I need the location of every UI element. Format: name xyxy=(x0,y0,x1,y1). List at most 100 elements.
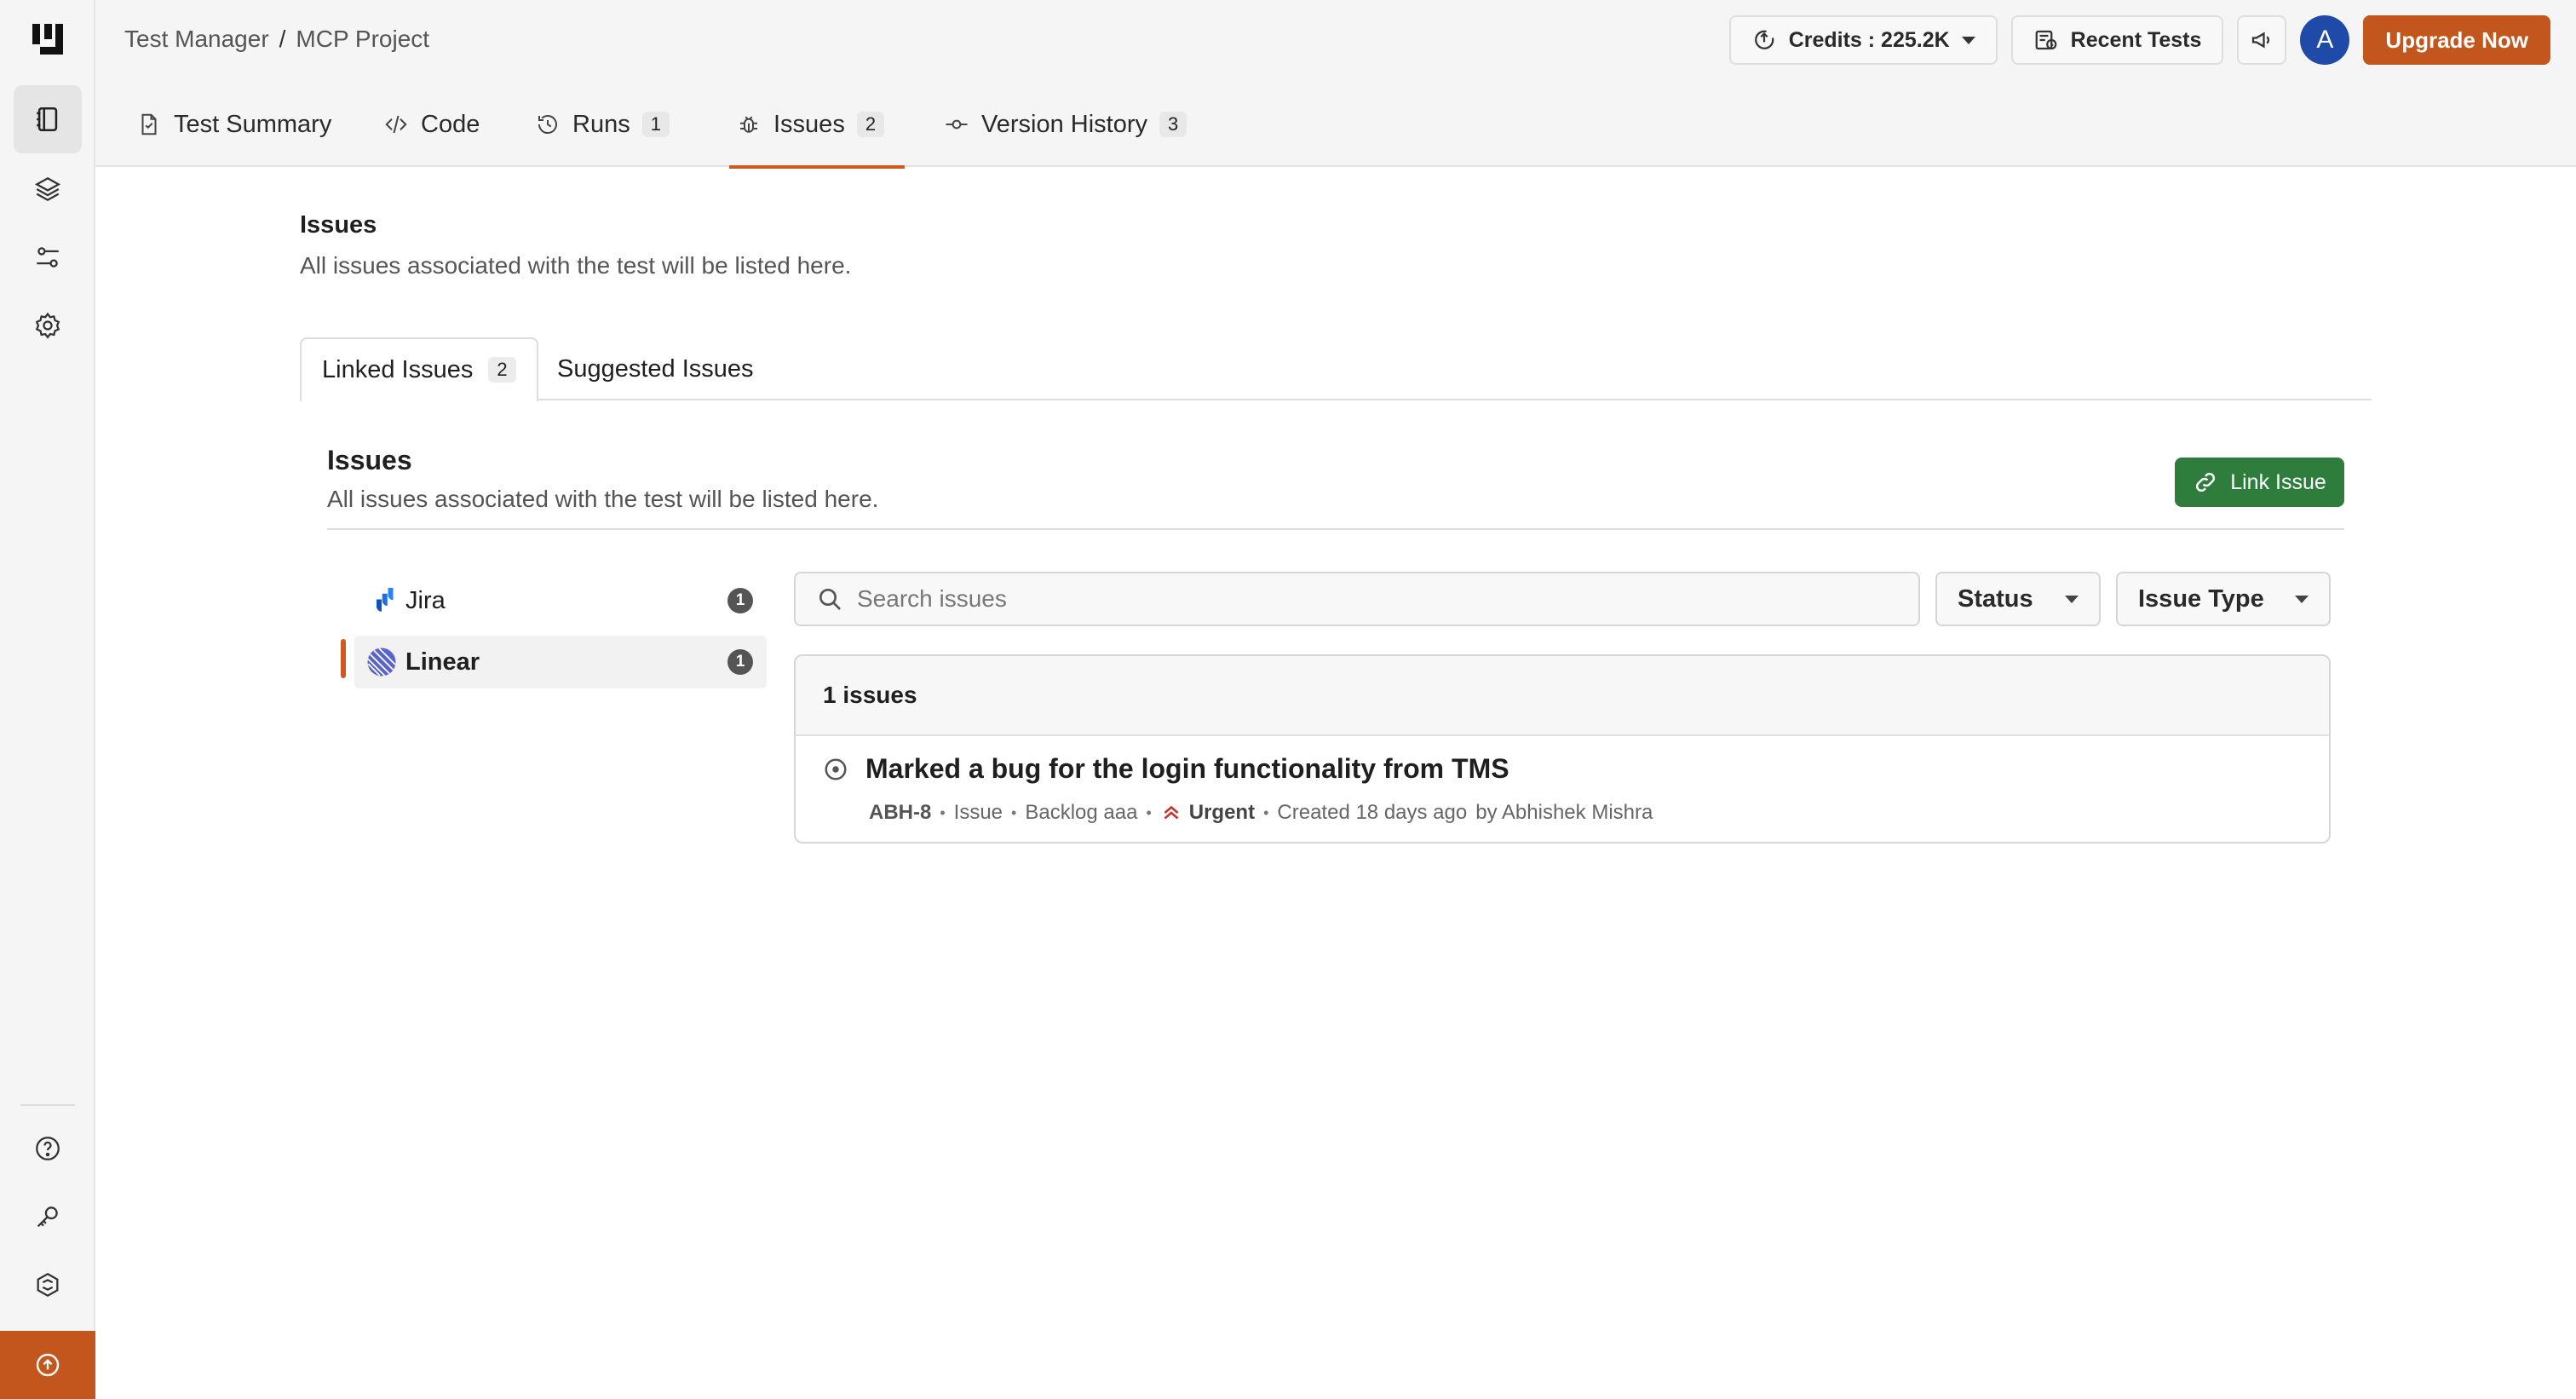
urgent-priority-icon xyxy=(1164,805,1179,820)
integration-jira[interactable]: Jira 1 xyxy=(354,574,767,627)
issue-type: Issue xyxy=(953,801,1003,824)
integration-count-badge: 1 xyxy=(727,649,753,675)
panel-description: All issues associated with the test will… xyxy=(327,486,879,512)
gear-icon xyxy=(35,312,60,339)
tab-label: Code xyxy=(421,110,480,138)
meta-separator: • xyxy=(1263,803,1269,821)
test-tabs: Test Summary Code Runs 1 Issues 2 Versio… xyxy=(95,82,2576,169)
sidebar-item-tests[interactable] xyxy=(14,85,82,153)
issue-subtabs: Linked Issues 2 Suggested Issues xyxy=(300,337,2372,402)
subtab-label: Linked Issues xyxy=(322,355,474,383)
announcements-button[interactable] xyxy=(2237,15,2287,65)
active-tab-indicator xyxy=(729,165,906,169)
tab-version-history[interactable]: Version History 3 xyxy=(944,82,1187,167)
panel-divider xyxy=(327,528,2344,530)
issues-list: 1 issues Marked a bug for the login func… xyxy=(794,654,2331,843)
search-icon xyxy=(819,589,841,610)
status-filter-dropdown[interactable]: Status xyxy=(1935,572,2101,626)
sidebar-divider xyxy=(20,1104,75,1106)
key-icon xyxy=(37,1206,58,1228)
link-issue-button[interactable]: Link Issue xyxy=(2175,458,2344,507)
tab-label: Runs xyxy=(572,110,630,138)
top-actions: Credits : 225.2K Recent Tests A Upgrade … xyxy=(1728,15,2550,65)
left-sidebar xyxy=(0,0,95,1399)
hexagon-icon xyxy=(37,1272,59,1298)
issue-priority-label: Urgent xyxy=(1188,801,1256,824)
app-logo[interactable] xyxy=(29,20,66,58)
tab-label: Issues xyxy=(773,110,845,138)
megaphone-icon xyxy=(2252,32,2270,49)
integration-linear[interactable]: Linear 1 xyxy=(354,636,767,688)
chevron-down-icon xyxy=(2295,595,2309,603)
integration-count-badge: 1 xyxy=(727,588,753,613)
tab-code[interactable]: Code xyxy=(383,82,480,167)
sidebar-upgrade-button[interactable] xyxy=(0,1331,95,1399)
breadcrumb-current[interactable]: MCP Project xyxy=(296,26,429,53)
bug-icon xyxy=(740,116,757,133)
issue-title[interactable]: Marked a bug for the login functionality… xyxy=(865,753,1509,785)
status-filter-label: Status xyxy=(1958,584,2033,613)
subtab-count-badge: 2 xyxy=(488,357,516,383)
integration-label: Jira xyxy=(405,586,446,614)
meta-separator: • xyxy=(1011,803,1017,821)
tab-count-badge: 2 xyxy=(856,112,885,137)
chevron-down-icon xyxy=(1961,36,1975,44)
history-icon xyxy=(538,115,557,135)
issue-type-filter-label: Issue Type xyxy=(2138,584,2264,613)
active-integration-indicator xyxy=(341,639,346,678)
subtab-label: Suggested Issues xyxy=(557,354,754,383)
sidebar-item-settings[interactable] xyxy=(14,291,82,360)
issues-count-header: 1 issues xyxy=(796,656,2329,736)
list-item[interactable]: Marked a bug for the login functionality… xyxy=(796,736,2329,842)
document-icon xyxy=(141,113,157,135)
tab-runs[interactable]: Runs 1 xyxy=(535,82,670,167)
top-bar: Test Manager / MCP Project Credits : 225… xyxy=(95,0,2576,82)
issue-key: ABH-8 xyxy=(869,801,932,824)
issue-status-icon xyxy=(825,758,847,780)
linear-icon xyxy=(367,648,396,676)
breadcrumb-parent[interactable]: Test Manager xyxy=(124,26,269,53)
page-description: All issues associated with the test will… xyxy=(300,252,852,279)
tab-label: Test Summary xyxy=(174,110,332,138)
tab-count-badge: 1 xyxy=(641,112,670,137)
credits-dropdown[interactable]: Credits : 225.2K xyxy=(1728,15,1998,65)
integration-label: Linear xyxy=(405,648,480,676)
tab-count-badge: 3 xyxy=(1159,112,1187,137)
search-box[interactable] xyxy=(794,572,1920,626)
issue-type-filter-dropdown[interactable]: Issue Type xyxy=(2116,572,2331,626)
recent-tests-label: Recent Tests xyxy=(2070,27,2202,52)
tab-label: Version History xyxy=(981,110,1148,138)
avatar[interactable]: A xyxy=(2300,15,2350,65)
commit-icon xyxy=(946,119,968,130)
tab-test-summary[interactable]: Test Summary xyxy=(136,82,331,167)
recent-tests-button[interactable]: Recent Tests xyxy=(2010,15,2224,65)
help-icon xyxy=(36,1137,60,1160)
chevron-down-icon xyxy=(2065,595,2079,603)
tab-issues[interactable]: Issues 2 xyxy=(729,82,906,169)
arrow-up-circle-icon xyxy=(36,1353,60,1377)
sliders-icon xyxy=(37,247,59,268)
sidebar-item-keys[interactable] xyxy=(14,1183,82,1251)
panel-title: Issues xyxy=(327,445,412,475)
sidebar-item-filters[interactable] xyxy=(14,223,82,291)
notebook-icon xyxy=(37,107,58,132)
sidebar-item-help[interactable] xyxy=(14,1114,82,1183)
issue-priority: Urgent xyxy=(1160,801,1255,825)
code-icon xyxy=(385,115,407,134)
link-icon xyxy=(2196,472,2216,492)
meta-separator: • xyxy=(940,803,946,821)
jira-icon xyxy=(369,588,394,612)
layers-icon xyxy=(34,176,61,202)
search-input[interactable] xyxy=(857,585,1879,613)
meta-separator: • xyxy=(1146,803,1152,821)
upgrade-now-button[interactable]: Upgrade Now xyxy=(2363,15,2550,65)
link-issue-label: Link Issue xyxy=(2230,469,2326,494)
sidebar-item-layers[interactable] xyxy=(14,155,82,223)
subtab-linked-issues[interactable]: Linked Issues 2 xyxy=(300,337,538,402)
issue-author: by Abhishek Mishra xyxy=(1475,801,1653,824)
credits-label: Credits : 225.2K xyxy=(1788,27,1950,52)
sidebar-item-integrations[interactable] xyxy=(14,1251,82,1319)
subtab-suggested-issues[interactable]: Suggested Issues xyxy=(537,337,774,400)
issue-state: Backlog aaa xyxy=(1025,801,1138,824)
issue-meta: ABH-8 • Issue • Backlog aaa • Urgent • C… xyxy=(869,801,1653,825)
